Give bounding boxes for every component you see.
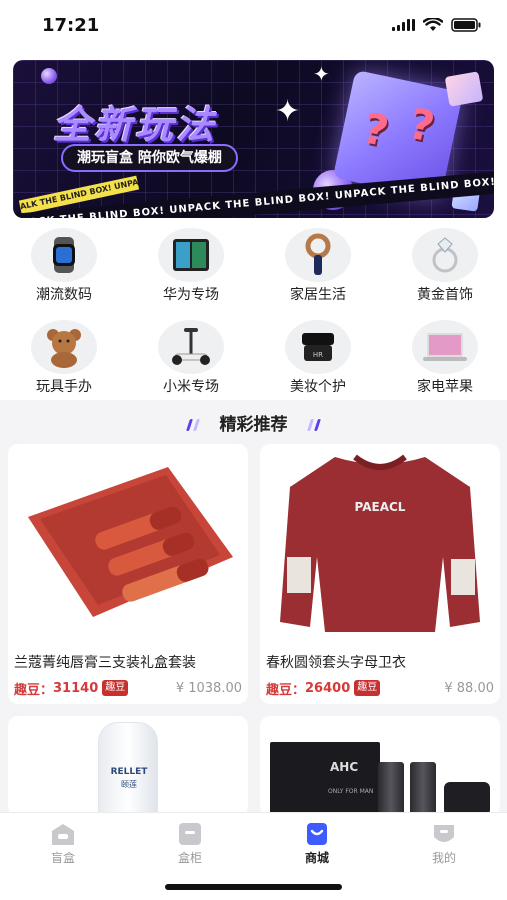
category-label: 黄金首饰 [417,287,473,303]
banner-orb-decoration [41,68,57,84]
product-brand-sub: 颐莲 [121,780,137,789]
banner-title: 全新玩法 [53,103,218,147]
product-image: RELLET 颐莲 [98,722,158,816]
category-item[interactable]: 潮流数码 [14,228,114,308]
section-title: 精彩推荐 [219,415,288,435]
tab-box-cabinet[interactable]: 盒柜 [127,821,253,871]
product-brand-text: AHC [330,760,359,774]
cabinet-icon [179,823,201,845]
promo-banner[interactable]: ? ? ✦ ✦ 全新玩法 潮玩盲盒 陪你欧气爆棚 ALK THE BLIND B… [13,60,494,218]
category-item[interactable]: 家居生活 [268,228,368,308]
bean-label: 趣豆： [14,682,54,698]
product-card[interactable]: AHC ONLY FOR MAN [260,716,500,816]
product-price: ¥ 1038.00 [175,680,242,696]
sweater-print-text: PAEACL [355,500,406,514]
bean-value: 31140 [53,680,99,696]
category-item[interactable]: 玩具手办 [14,320,114,400]
teddy-bear-icon [31,320,97,374]
tab-label: 商城 [304,851,329,865]
product-bottle [378,762,404,816]
section-right-decoration [307,415,322,435]
category-item[interactable]: 华为专场 [141,228,241,308]
status-bar: 17:21 [0,0,507,52]
tab-label: 我的 [431,851,456,865]
wifi-icon [423,18,443,31]
mall-icon [307,823,327,845]
section-left-decoration [185,415,200,435]
svg-text:HR: HR [313,351,323,359]
section-header: 精彩推荐 [0,410,507,435]
small-box-decoration [444,71,484,107]
category-item[interactable]: HR 美妆个护 [268,320,368,400]
product-price: ¥ 88.00 [444,680,494,696]
tab-mall[interactable]: 商城 [254,821,380,871]
product-bottle [410,762,436,816]
banner-subtitle: 潮玩盲盒 陪你欧气爆棚 [61,144,238,172]
category-label: 玩具手办 [36,379,92,395]
blind-box-icon [52,824,74,845]
home-indicator[interactable] [165,884,342,890]
foldable-phone-icon [158,228,224,282]
category-label: 华为专场 [163,287,219,303]
category-label: 小米专场 [163,379,219,395]
question-mark-icon: ? [404,98,439,152]
tab-label: 盒柜 [177,851,202,865]
profile-icon [434,825,454,842]
hair-dryer-icon [285,228,351,282]
laptop-icon [412,320,478,374]
product-brand-text: RELLET [110,767,148,777]
diamond-ring-icon [412,228,478,282]
category-item[interactable]: 黄金首饰 [395,228,495,308]
bean-value: 26400 [305,680,351,696]
category-label: 家电苹果 [417,379,473,395]
cream-jar-icon: HR [285,320,351,374]
category-item[interactable]: 小米专场 [141,320,241,400]
cellular-signal-icon [392,19,415,31]
sparkle-icon: ✦ [275,94,301,129]
status-time: 17:21 [42,15,100,36]
bean-label: 趣豆： [266,682,306,698]
sparkle-icon: ✦ [313,62,330,86]
product-brand-sub: ONLY FOR MAN [328,788,374,795]
category-item[interactable]: 家电苹果 [395,320,495,400]
smartwatch-icon [31,228,97,282]
category-label: 美妆个护 [290,379,346,395]
price-row: 趣豆： 26400 趣豆 ¥ 88.00 [266,678,494,698]
product-tube [444,782,490,816]
product-card[interactable]: PAEACL 春秋圆领套头字母卫衣 趣豆： 26400 趣豆 ¥ 88.00 [260,444,500,704]
bean-badge: 趣豆 [354,680,381,696]
question-mark-icon: ? [358,103,393,157]
product-image: PAEACL [260,444,500,639]
price-row: 趣豆： 31140 趣豆 ¥ 1038.00 [14,678,242,698]
bean-badge: 趣豆 [102,680,129,696]
product-image: AHC ONLY FOR MAN [270,742,380,816]
battery-icon [451,18,481,32]
category-label: 潮流数码 [36,287,92,303]
product-card[interactable]: RELLET 颐莲 [8,716,248,816]
balance-scooter-icon [158,320,224,374]
product-name: 兰蔻菁纯唇膏三支装礼盒套装 [14,655,196,671]
product-image [8,444,248,639]
status-icons [392,18,481,32]
tab-label: 盲盒 [50,851,75,865]
tab-profile[interactable]: 我的 [381,821,507,871]
product-card[interactable]: 兰蔻菁纯唇膏三支装礼盒套装 趣豆： 31140 趣豆 ¥ 1038.00 [8,444,248,704]
tab-blind-box[interactable]: 盲盒 [0,821,126,871]
category-label: 家居生活 [290,287,346,303]
product-name: 春秋圆领套头字母卫衣 [266,655,406,671]
